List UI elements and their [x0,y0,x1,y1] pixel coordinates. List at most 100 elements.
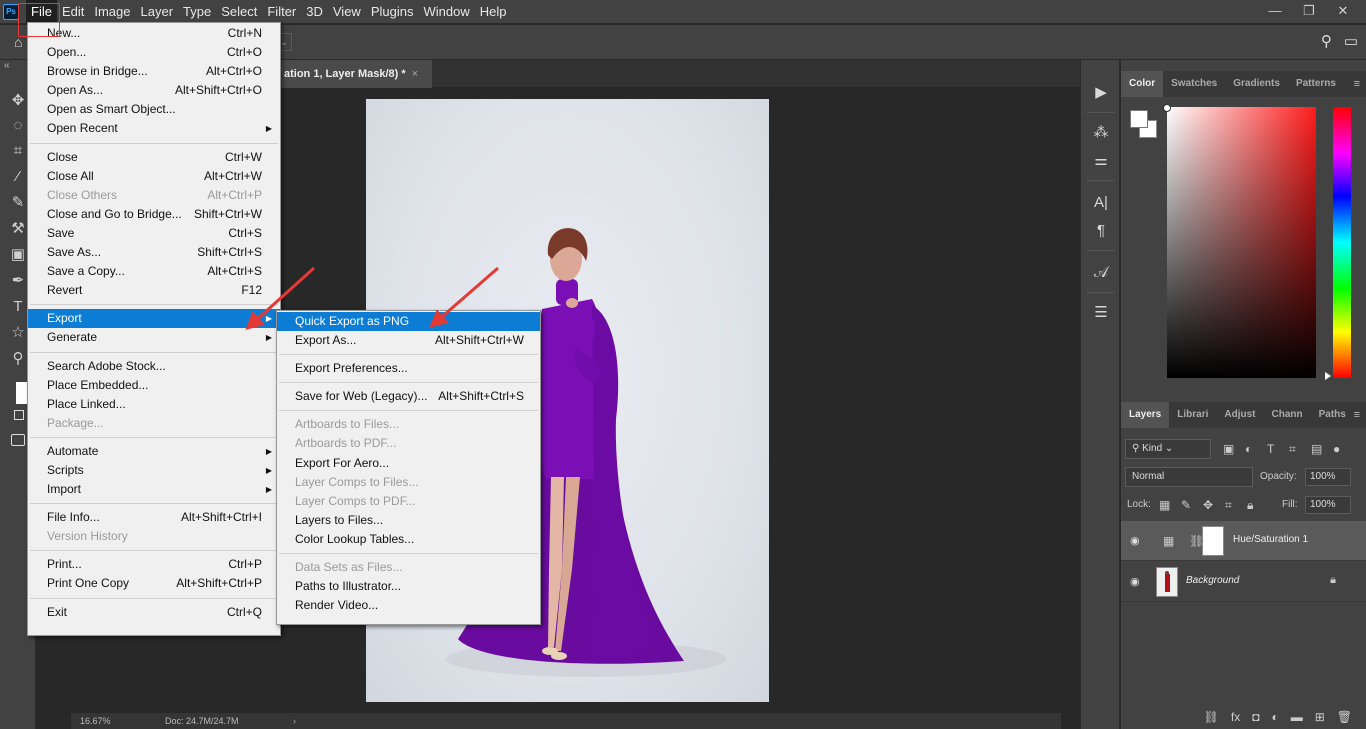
play-icon[interactable]: ▶ [1090,82,1112,104]
tab-color[interactable]: Color [1121,71,1164,97]
crop-tool-icon[interactable]: ⌗ [7,140,29,162]
lock-all-icon[interactable]: 🔒︎ [1247,495,1253,515]
filter-toggle-icon[interactable]: ● [1333,439,1340,459]
filter-shape-icon[interactable]: ⌗ [1289,439,1296,459]
home-icon[interactable]: ⌂ [14,34,22,50]
pen-tool-icon[interactable]: ✒ [7,270,29,292]
paragraph-icon[interactable]: ¶ [1090,220,1112,242]
layer-lock-icon[interactable]: 🔒︎ [1330,574,1336,587]
menu-item-export-for-aero[interactable]: Export For Aero... [277,454,540,473]
menu-item-file-info[interactable]: File Info... Alt+Shift+Ctrl+I [28,508,280,527]
menu-item-place-linked[interactable]: Place Linked... [28,395,280,414]
menu-item-close-all[interactable]: Close All Alt+Ctrl+W [28,167,280,186]
eraser-tool-icon[interactable]: ▣ [7,244,29,266]
panel-menu-icon[interactable]: ≡ [1354,71,1360,97]
filter-adjustment-icon[interactable]: ◐ [1245,439,1252,459]
tab-adjustments[interactable]: Adjust [1216,402,1263,428]
workspace-icon[interactable]: ▭ [1344,32,1358,50]
tab-patterns[interactable]: Patterns [1288,71,1344,97]
menu-item-exit[interactable]: Exit Ctrl+Q [28,603,280,622]
default-colors-icon[interactable] [14,410,24,420]
menu-item-export[interactable]: Export ▶ [28,309,280,329]
menu-plugins[interactable]: Plugins [366,0,419,24]
move-tool-icon[interactable]: ✥ [7,90,29,112]
tab-layers[interactable]: Layers [1121,402,1170,428]
collapse-icon[interactable]: « [4,60,10,71]
brush-tool-icon[interactable]: ✎ [7,192,29,214]
filter-type-icon[interactable]: T [1267,439,1274,459]
menu-item-save-a-copy[interactable]: Save a Copy... Alt+Ctrl+S [28,262,280,281]
menu-item-generate[interactable]: Generate ▶ [28,328,280,347]
layer-name[interactable]: Hue/Saturation 1 [1233,534,1308,545]
menu-item-open-recent[interactable]: Open Recent ▶ [28,119,280,138]
type-tool-icon[interactable]: T [7,296,29,318]
menu-item-open-as[interactable]: Open As... Alt+Shift+Ctrl+O [28,81,280,100]
menu-item-open-smart-object[interactable]: Open as Smart Object... [28,100,280,119]
new-layer-icon[interactable]: ⊞ [1315,706,1325,729]
visibility-eye-icon[interactable]: ◉ [1130,534,1140,547]
properties-icon[interactable]: ☰ [1090,302,1112,324]
foreground-color-chip[interactable] [1130,110,1148,128]
tab-channels[interactable]: Chann [1263,402,1310,428]
menu-file[interactable]: File [26,0,57,24]
menu-item-automate[interactable]: Automate ▶ [28,442,280,461]
menu-layer[interactable]: Layer [136,0,179,24]
layer-mask-thumbnail[interactable] [1202,526,1224,556]
delete-layer-icon[interactable]: 🗑︎ [1337,706,1352,729]
menu-item-render-video[interactable]: Render Video... [277,596,540,615]
layer-thumbnail[interactable] [1156,567,1178,597]
layer-row[interactable]: ◉ Background 🔒︎ [1121,562,1366,602]
menu-image[interactable]: Image [89,0,135,24]
menu-item-place-embedded[interactable]: Place Embedded... [28,376,280,395]
menu-item-quick-export-png[interactable]: Quick Export as PNG [277,312,540,332]
link-layers-icon[interactable]: ⛓ [1204,706,1219,729]
menu-item-print[interactable]: Print... Ctrl+P [28,555,280,574]
hue-slider-marker[interactable] [1325,372,1331,380]
menu-item-close[interactable]: Close Ctrl+W [28,148,280,167]
menu-filter[interactable]: Filter [262,0,301,24]
tab-paths[interactable]: Paths [1311,402,1354,428]
lasso-tool-icon[interactable]: ◌ [7,115,29,137]
menu-item-open[interactable]: Open... Ctrl+O [28,43,280,62]
tab-libraries[interactable]: Librari [1169,402,1216,428]
quick-mask-icon[interactable] [11,434,25,446]
menu-item-save-as[interactable]: Save As... Shift+Ctrl+S [28,243,280,262]
minimize-button[interactable]: — [1260,0,1290,22]
menu-help[interactable]: Help [475,0,512,24]
menu-item-export-preferences[interactable]: Export Preferences... [277,359,540,378]
menu-item-browse-in-bridge[interactable]: Browse in Bridge... Alt+Ctrl+O [28,62,280,81]
layer-name[interactable]: Background [1186,575,1239,586]
zoom-level[interactable]: 16.67% [80,713,111,729]
layers-panel-menu-icon[interactable]: ≡ [1354,402,1360,428]
menu-item-new[interactable]: New... Ctrl+N [28,24,280,43]
filter-smart-object-icon[interactable]: ▤ [1311,439,1322,459]
menu-view[interactable]: View [328,0,366,24]
menu-item-export-as[interactable]: Export As... Alt+Shift+Ctrl+W [277,331,540,350]
filter-kind-select[interactable]: ⚲ Kind ⌄ [1125,439,1211,459]
menu-item-search-adobe-stock[interactable]: Search Adobe Stock... [28,357,280,376]
menu-select[interactable]: Select [216,0,262,24]
layer-row[interactable]: ◉ ▦ ⛓ Hue/Saturation 1 [1121,521,1366,561]
layer-style-fx-icon[interactable]: fx [1231,706,1240,729]
lock-paint-icon[interactable]: ✎ [1181,495,1191,515]
color-field[interactable] [1167,107,1316,378]
color-picker-marker[interactable] [1163,104,1171,112]
search-icon[interactable]: ⚲ [1321,32,1332,50]
fill-field[interactable]: 100% [1305,496,1351,514]
eyedropper-tool-icon[interactable]: ⁄ [7,166,29,188]
menu-item-scripts[interactable]: Scripts ▶ [28,461,280,480]
character-icon[interactable]: A| [1090,192,1112,214]
glyphs-icon[interactable]: 𝒜 [1090,262,1112,284]
menu-item-paths-to-illustrator[interactable]: Paths to Illustrator... [277,577,540,596]
menu-item-revert[interactable]: Revert F12 [28,281,280,300]
menu-window[interactable]: Window [418,0,474,24]
close-window-button[interactable]: ✕ [1328,0,1358,22]
clone-stamp-tool-icon[interactable]: ⚒ [7,218,29,240]
restore-button[interactable]: ❐ [1294,0,1324,22]
menu-type[interactable]: Type [178,0,216,24]
visibility-eye-icon[interactable]: ◉ [1130,575,1140,588]
lock-artboard-icon[interactable]: ⌗ [1225,495,1232,515]
lock-transparent-icon[interactable]: ▦ [1159,495,1170,515]
status-chevron-icon[interactable]: › [293,713,296,729]
new-group-icon[interactable]: ▬ [1291,706,1303,729]
